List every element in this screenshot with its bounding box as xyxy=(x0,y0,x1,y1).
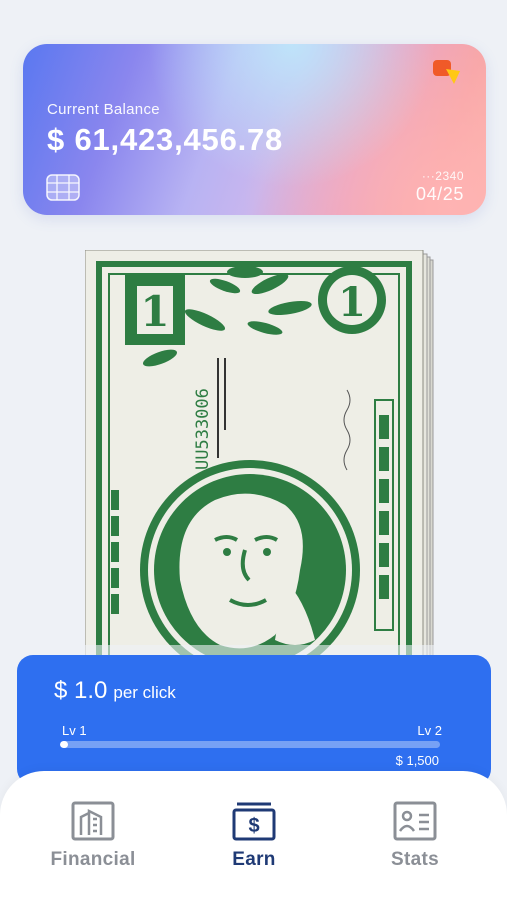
bottom-nav: Financial $ Earn Stats xyxy=(0,771,507,900)
dollar-wallet-icon: $ xyxy=(232,802,276,841)
level-current: Lv 1 xyxy=(62,723,87,738)
nav-label-financial: Financial xyxy=(50,849,136,870)
card-expiry: 04/25 xyxy=(415,184,464,204)
click-rate-value: $ 1.0 xyxy=(54,677,108,704)
level-progress-fill xyxy=(60,741,68,748)
nav-item-stats[interactable]: Stats xyxy=(340,801,490,871)
building-icon xyxy=(71,801,115,841)
nav-item-financial[interactable]: Financial xyxy=(18,801,168,871)
svg-text:$: $ xyxy=(248,815,259,837)
click-rate: $ 1.0 per click xyxy=(54,677,176,705)
upgrade-cost: $ 1,500 xyxy=(395,753,439,768)
balance-card[interactable]: Current Balance $ 61,423,456.78 ···2340 … xyxy=(23,44,486,215)
upgrade-panel[interactable]: $ 1.0 per click Lv 1 Lv 2 $ 1,500 xyxy=(17,655,491,785)
nav-label-earn: Earn xyxy=(232,849,276,870)
card-number: ···2340 xyxy=(421,169,464,183)
bill-serial: UU533006 xyxy=(193,388,213,470)
balance-amount: $ 61,423,456.78 xyxy=(47,122,284,157)
chip-icon xyxy=(46,174,80,201)
id-card-icon xyxy=(393,801,437,841)
dollar-bill-button[interactable]: 1 1 UU533006 xyxy=(85,250,435,680)
nav-item-earn[interactable]: $ Earn xyxy=(179,801,329,871)
click-rate-unit: per click xyxy=(113,683,176,702)
balance-label: Current Balance xyxy=(47,101,160,118)
bill-denomination-right: 1 xyxy=(338,279,366,326)
nav-label-stats: Stats xyxy=(391,849,439,870)
bill-denomination-left: 1 xyxy=(140,287,169,336)
level-next: Lv 2 xyxy=(417,723,442,738)
card-brand-icon xyxy=(433,60,460,84)
level-progress-bar xyxy=(60,741,440,748)
